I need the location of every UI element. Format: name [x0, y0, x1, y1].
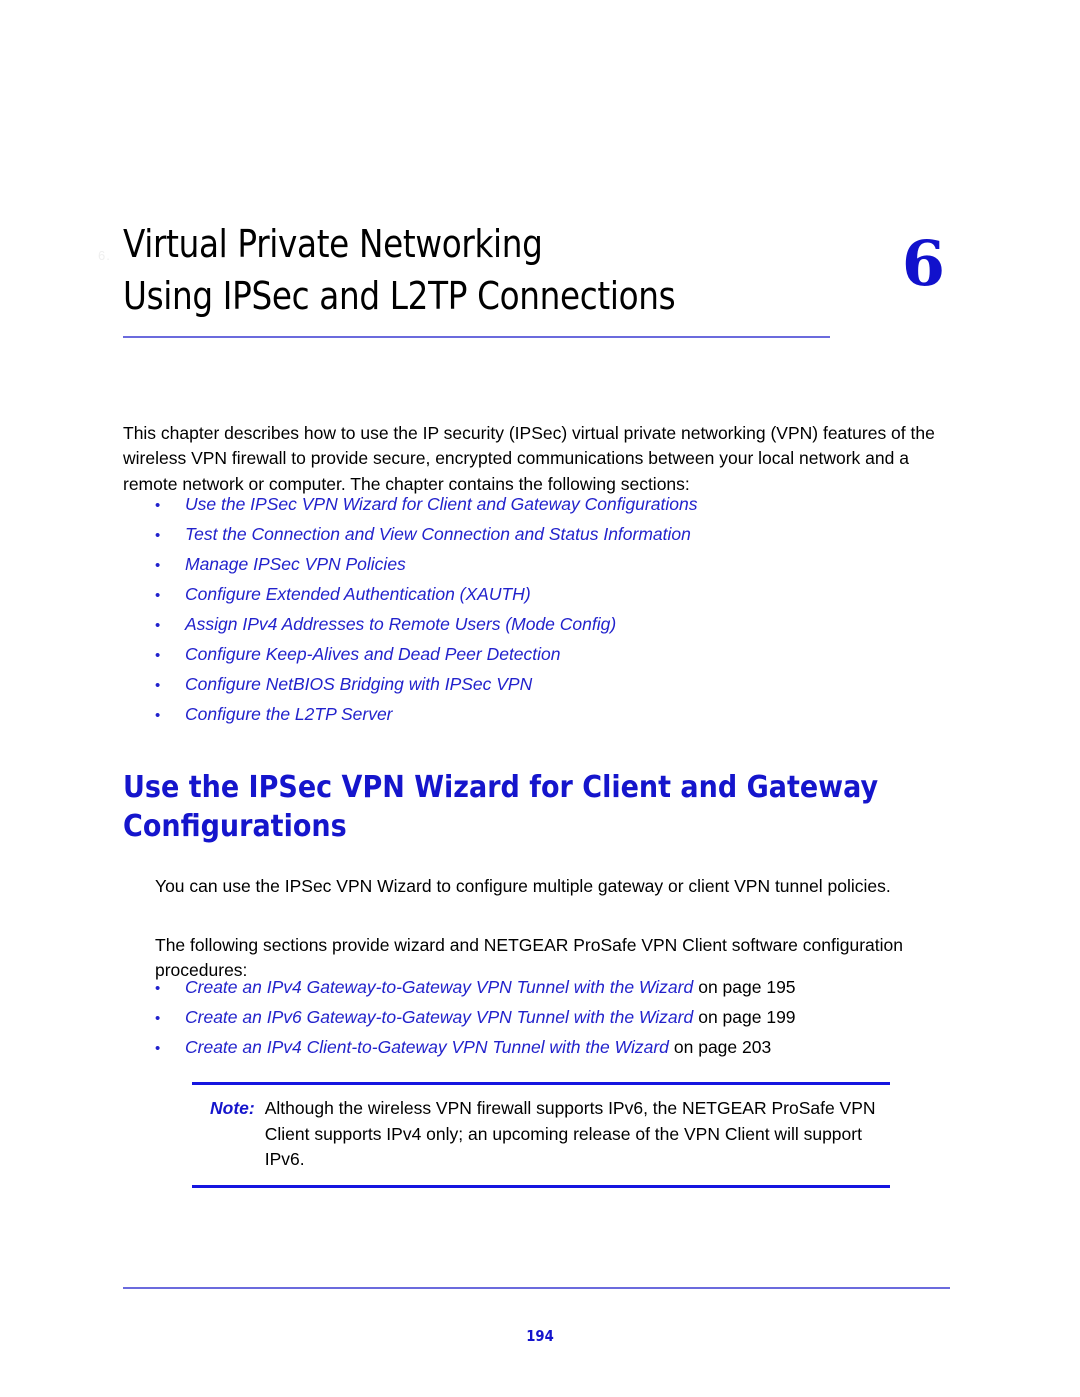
- bullet-icon: •: [155, 677, 161, 694]
- list-item[interactable]: • Manage IPSec VPN Policies: [155, 549, 955, 579]
- list-item[interactable]: • Create an IPv4 Client-to-Gateway VPN T…: [155, 1032, 975, 1062]
- chapter-header: Virtual Private Networking Using IPSec a…: [123, 218, 957, 322]
- note-bottom-divider: [192, 1184, 890, 1188]
- section-heading: Use the IPSec VPN Wizard for Client and …: [123, 770, 879, 845]
- document-page: 6. Virtual Private Networking Using IPSe…: [0, 0, 1080, 1397]
- section-paragraph-1: You can use the IPSec VPN Wizard to conf…: [155, 875, 891, 896]
- reference-link[interactable]: Create an IPv6 Gateway-to-Gateway VPN Tu…: [185, 1002, 693, 1032]
- chapter-title-line-1: Virtual Private Networking: [123, 222, 543, 266]
- bullet-icon: •: [155, 647, 161, 664]
- chapter-title-divider: [123, 336, 830, 338]
- reference-link[interactable]: Create an IPv4 Client-to-Gateway VPN Tun…: [185, 1032, 669, 1062]
- list-item[interactable]: • Assign IPv4 Addresses to Remote Users …: [155, 609, 955, 639]
- chapter-sections-list: • Use the IPSec VPN Wizard for Client an…: [155, 489, 955, 729]
- chapter-title-line-2: Using IPSec and L2TP Connections: [123, 274, 676, 318]
- reference-page-ref: on page 203: [673, 1037, 772, 1057]
- list-item[interactable]: • Configure NetBIOS Bridging with IPSec …: [155, 669, 955, 699]
- page-number: 194: [526, 1327, 554, 1345]
- note-text: Although the wireless VPN firewall suppo…: [264, 1098, 876, 1169]
- bullet-icon: •: [155, 557, 161, 574]
- bullet-icon: •: [155, 527, 161, 544]
- list-item[interactable]: • Configure Keep-Alives and Dead Peer De…: [155, 639, 955, 669]
- section-link[interactable]: Test the Connection and View Connection …: [185, 519, 691, 549]
- list-item[interactable]: • Create an IPv6 Gateway-to-Gateway VPN …: [155, 1002, 975, 1032]
- note-callout: Note: Although the wireless VPN firewall…: [192, 1082, 890, 1188]
- section-link[interactable]: Configure Keep-Alives and Dead Peer Dete…: [185, 639, 561, 669]
- note-label: Note:: [210, 1098, 255, 1118]
- list-item[interactable]: • Use the IPSec VPN Wizard for Client an…: [155, 489, 955, 519]
- bullet-icon: •: [155, 587, 161, 604]
- bullet-icon: •: [155, 1040, 161, 1057]
- intro-paragraph: This chapter describes how to use the IP…: [123, 422, 935, 494]
- bullet-icon: •: [155, 497, 161, 514]
- section-link[interactable]: Configure NetBIOS Bridging with IPSec VP…: [185, 669, 532, 699]
- footer-divider: [123, 1287, 950, 1289]
- chapter-title-row: Virtual Private Networking Using IPSec a…: [123, 218, 957, 322]
- list-item[interactable]: • Configure Extended Authentication (XAU…: [155, 579, 955, 609]
- reference-link[interactable]: Create an IPv4 Gateway-to-Gateway VPN Tu…: [185, 972, 693, 1002]
- reference-links-list: • Create an IPv4 Gateway-to-Gateway VPN …: [155, 972, 975, 1062]
- section-link[interactable]: Configure Extended Authentication (XAUTH…: [185, 579, 531, 609]
- list-item[interactable]: • Test the Connection and View Connectio…: [155, 519, 955, 549]
- section-link[interactable]: Assign IPv4 Addresses to Remote Users (M…: [185, 609, 616, 639]
- reference-page-ref: on page 195: [698, 977, 796, 997]
- note-body: Note: Although the wireless VPN firewall…: [192, 1085, 890, 1185]
- section-link[interactable]: Configure the L2TP Server: [185, 699, 393, 729]
- bullet-icon: •: [155, 1010, 161, 1027]
- chapter-number: 6: [901, 227, 945, 300]
- bullet-icon: •: [155, 980, 161, 997]
- chapter-margin-marker: 6.: [98, 248, 111, 263]
- reference-page-ref: on page 199: [698, 1007, 796, 1027]
- section-link[interactable]: Use the IPSec VPN Wizard for Client and …: [185, 489, 697, 519]
- list-item[interactable]: • Create an IPv4 Gateway-to-Gateway VPN …: [155, 972, 975, 1002]
- bullet-icon: •: [155, 617, 161, 634]
- section-link[interactable]: Manage IPSec VPN Policies: [185, 549, 406, 579]
- list-item[interactable]: • Configure the L2TP Server: [155, 699, 955, 729]
- chapter-title: Virtual Private Networking Using IPSec a…: [123, 218, 793, 322]
- bullet-icon: •: [155, 707, 161, 724]
